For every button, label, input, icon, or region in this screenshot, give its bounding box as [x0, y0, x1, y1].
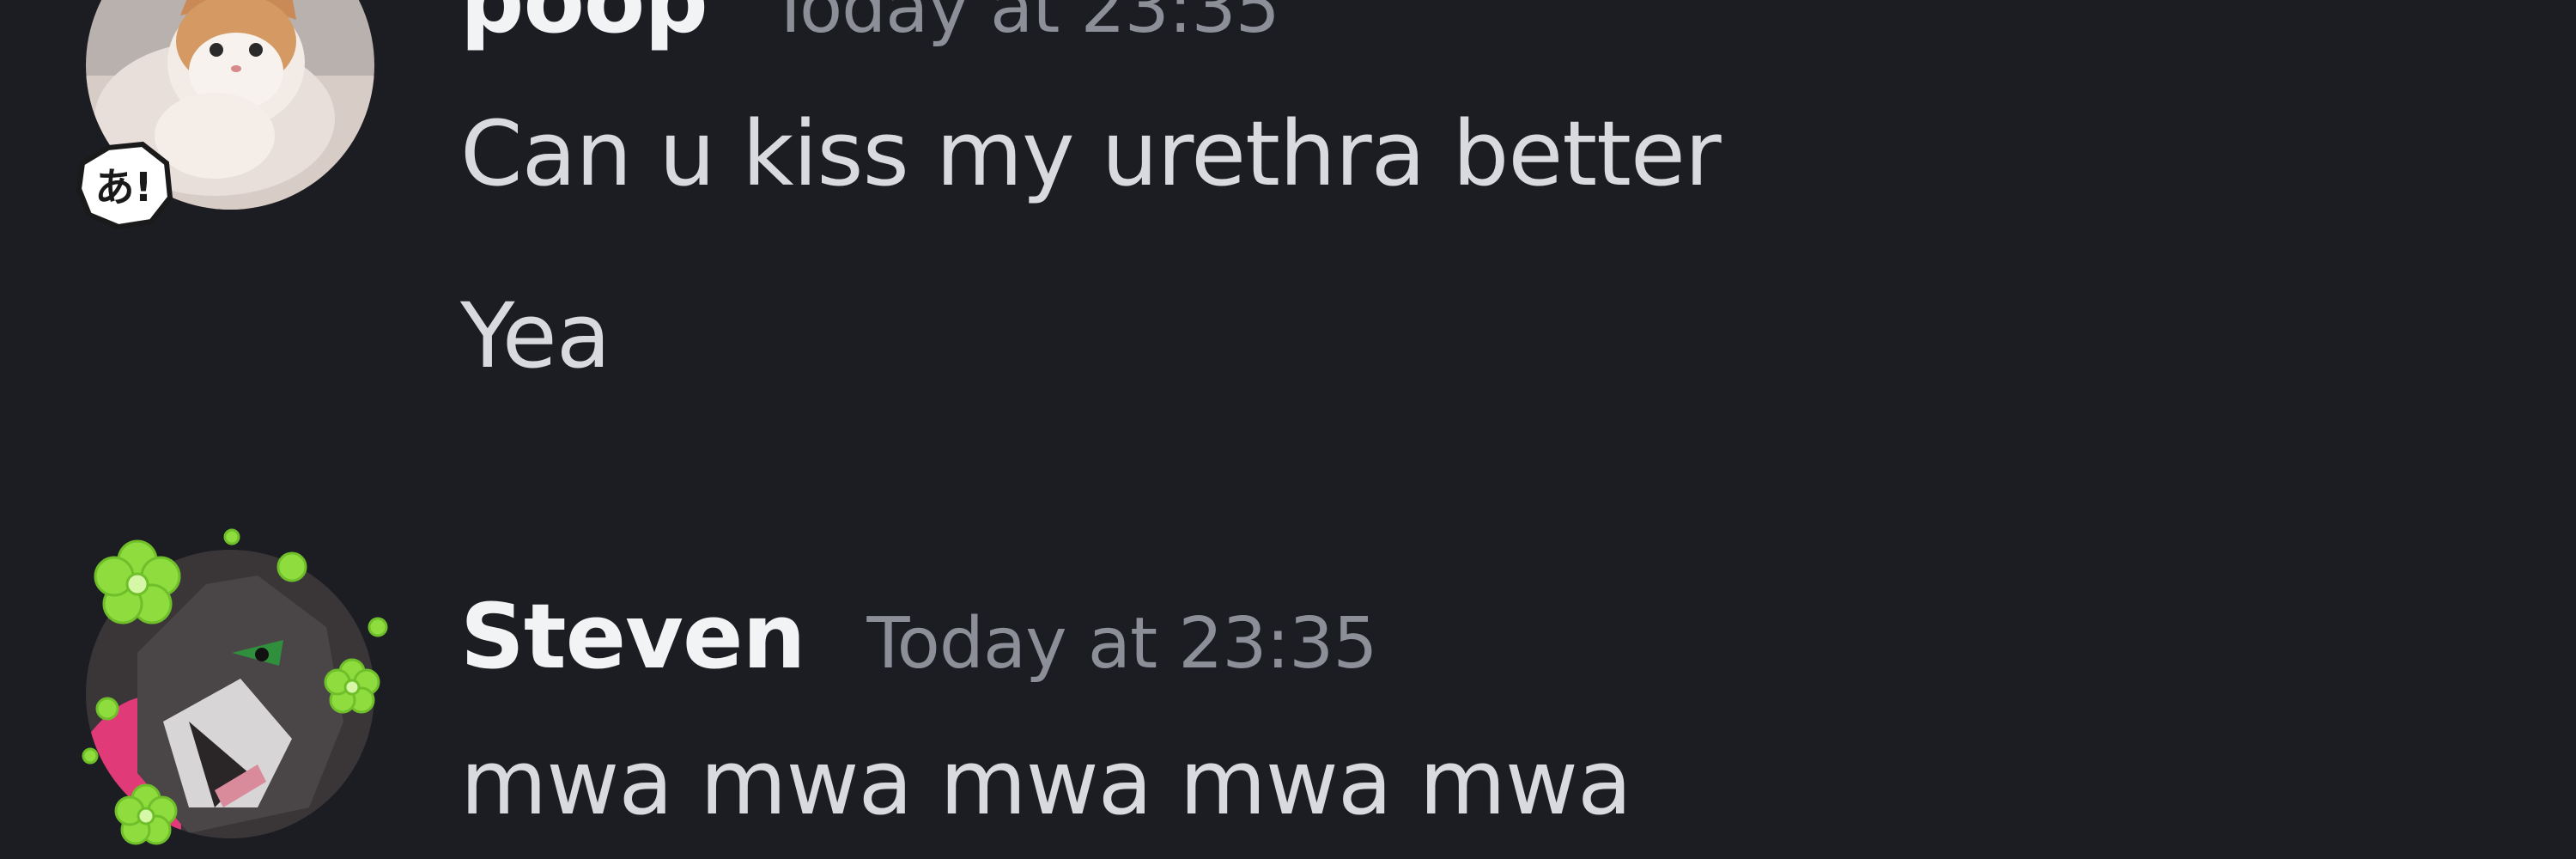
- wolf-avatar-image: [86, 550, 374, 838]
- message-text: Can u kiss my urethra better: [460, 101, 1722, 206]
- timestamp: Today at 23:35: [866, 603, 1378, 685]
- message-header: Steven Today at 23:35: [460, 584, 1378, 689]
- kitten-avatar-image: [86, 0, 374, 210]
- message-header: poop Today at 23:35: [460, 0, 1280, 53]
- username[interactable]: poop: [460, 0, 708, 53]
- kitten-avatar[interactable]: [86, 0, 374, 210]
- chat-message-list: あ! poop Today at 23:35 Can u kiss my ure…: [0, 0, 2576, 859]
- timestamp: Today at 23:35: [769, 0, 1280, 49]
- message-text: Yea: [460, 283, 611, 388]
- wolf-avatar[interactable]: [86, 550, 374, 838]
- username[interactable]: Steven: [460, 584, 806, 689]
- message-text: mwa mwa mwa mwa mwa: [460, 730, 1632, 835]
